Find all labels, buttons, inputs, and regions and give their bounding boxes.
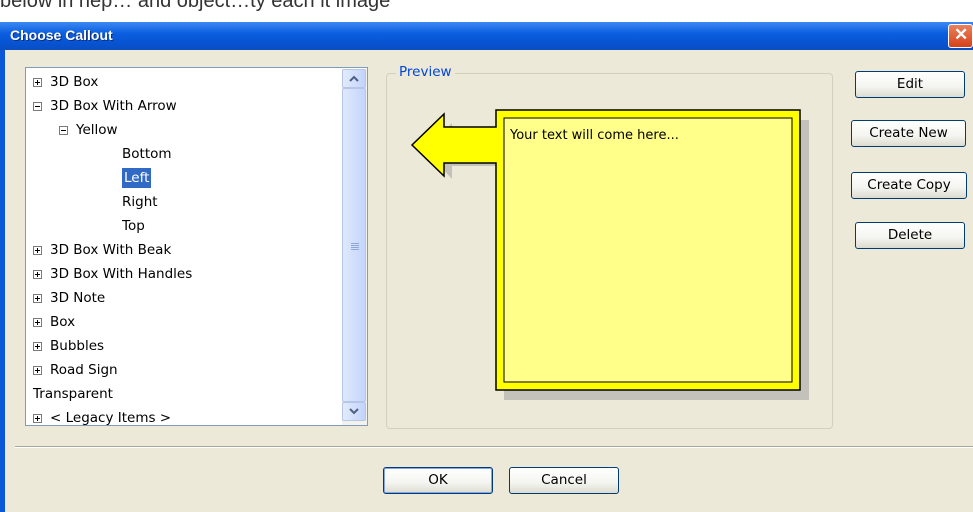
background-app-strip: below in hep… and object…ty each it imag… bbox=[0, 0, 973, 22]
expand-icon[interactable] bbox=[33, 78, 42, 87]
chevron-down-icon bbox=[349, 408, 359, 415]
tree-item-label: < Legacy Items > bbox=[50, 410, 172, 426]
ok-button[interactable]: OK bbox=[383, 467, 493, 494]
scroll-thumb[interactable] bbox=[342, 88, 366, 402]
close-icon: ✕ bbox=[954, 25, 969, 44]
tree-item-label: Top bbox=[122, 218, 145, 234]
tree-item-label: Road Sign bbox=[50, 362, 118, 378]
window-title: Choose Callout bbox=[10, 27, 113, 43]
create-new-button[interactable]: Create New bbox=[851, 120, 966, 147]
expand-icon[interactable] bbox=[33, 270, 42, 279]
expand-icon[interactable] bbox=[33, 318, 42, 327]
collapse-icon[interactable] bbox=[59, 126, 68, 135]
edit-button[interactable]: Edit bbox=[855, 71, 965, 98]
tree-item-label: Bubbles bbox=[50, 338, 105, 354]
scroll-down-button[interactable] bbox=[342, 402, 366, 421]
tree-item-label: 3D Box With Arrow bbox=[50, 98, 177, 114]
expand-icon[interactable] bbox=[33, 366, 42, 375]
thumb-grip bbox=[351, 249, 359, 250]
preview-label: Preview bbox=[396, 64, 455, 80]
scroll-up-button[interactable] bbox=[342, 69, 366, 88]
expand-icon[interactable] bbox=[33, 246, 42, 255]
create-copy-button[interactable]: Create Copy bbox=[851, 172, 967, 199]
callout-text: Your text will come here... bbox=[510, 128, 679, 143]
thumb-grip bbox=[351, 247, 359, 248]
footer-divider bbox=[15, 446, 973, 448]
tree-item-label: 3D Box With Beak bbox=[50, 242, 172, 258]
tree-scrollbar[interactable] bbox=[342, 69, 367, 425]
expand-icon[interactable] bbox=[33, 414, 42, 423]
collapse-icon[interactable] bbox=[33, 102, 42, 111]
expand-icon[interactable] bbox=[33, 342, 42, 351]
expand-icon[interactable] bbox=[33, 294, 42, 303]
thumb-grip bbox=[351, 243, 359, 244]
tree-item-label: 3D Box bbox=[50, 74, 99, 90]
tree-item-label: Box bbox=[50, 314, 76, 330]
thumb-grip bbox=[351, 245, 359, 246]
background-text: below in hep… and object…ty each it imag… bbox=[0, 0, 391, 12]
chevron-up-icon bbox=[349, 75, 359, 82]
delete-button[interactable]: Delete bbox=[855, 222, 965, 249]
tree-item-label: 3D Note bbox=[50, 290, 106, 306]
tree-item-label: Bottom bbox=[122, 146, 172, 162]
tree-item-label: 3D Box With Handles bbox=[50, 266, 193, 282]
cancel-button[interactable]: Cancel bbox=[509, 467, 619, 494]
close-button[interactable]: ✕ bbox=[948, 24, 973, 48]
tree-item-label: Left bbox=[122, 168, 152, 188]
tree-item-label: Transparent bbox=[33, 386, 113, 402]
title-bar[interactable]: Choose Callout bbox=[0, 22, 973, 50]
callout-preview bbox=[410, 109, 809, 400]
tree-item-label: Right bbox=[122, 194, 158, 210]
tree-item-label: Yellow bbox=[76, 122, 118, 138]
